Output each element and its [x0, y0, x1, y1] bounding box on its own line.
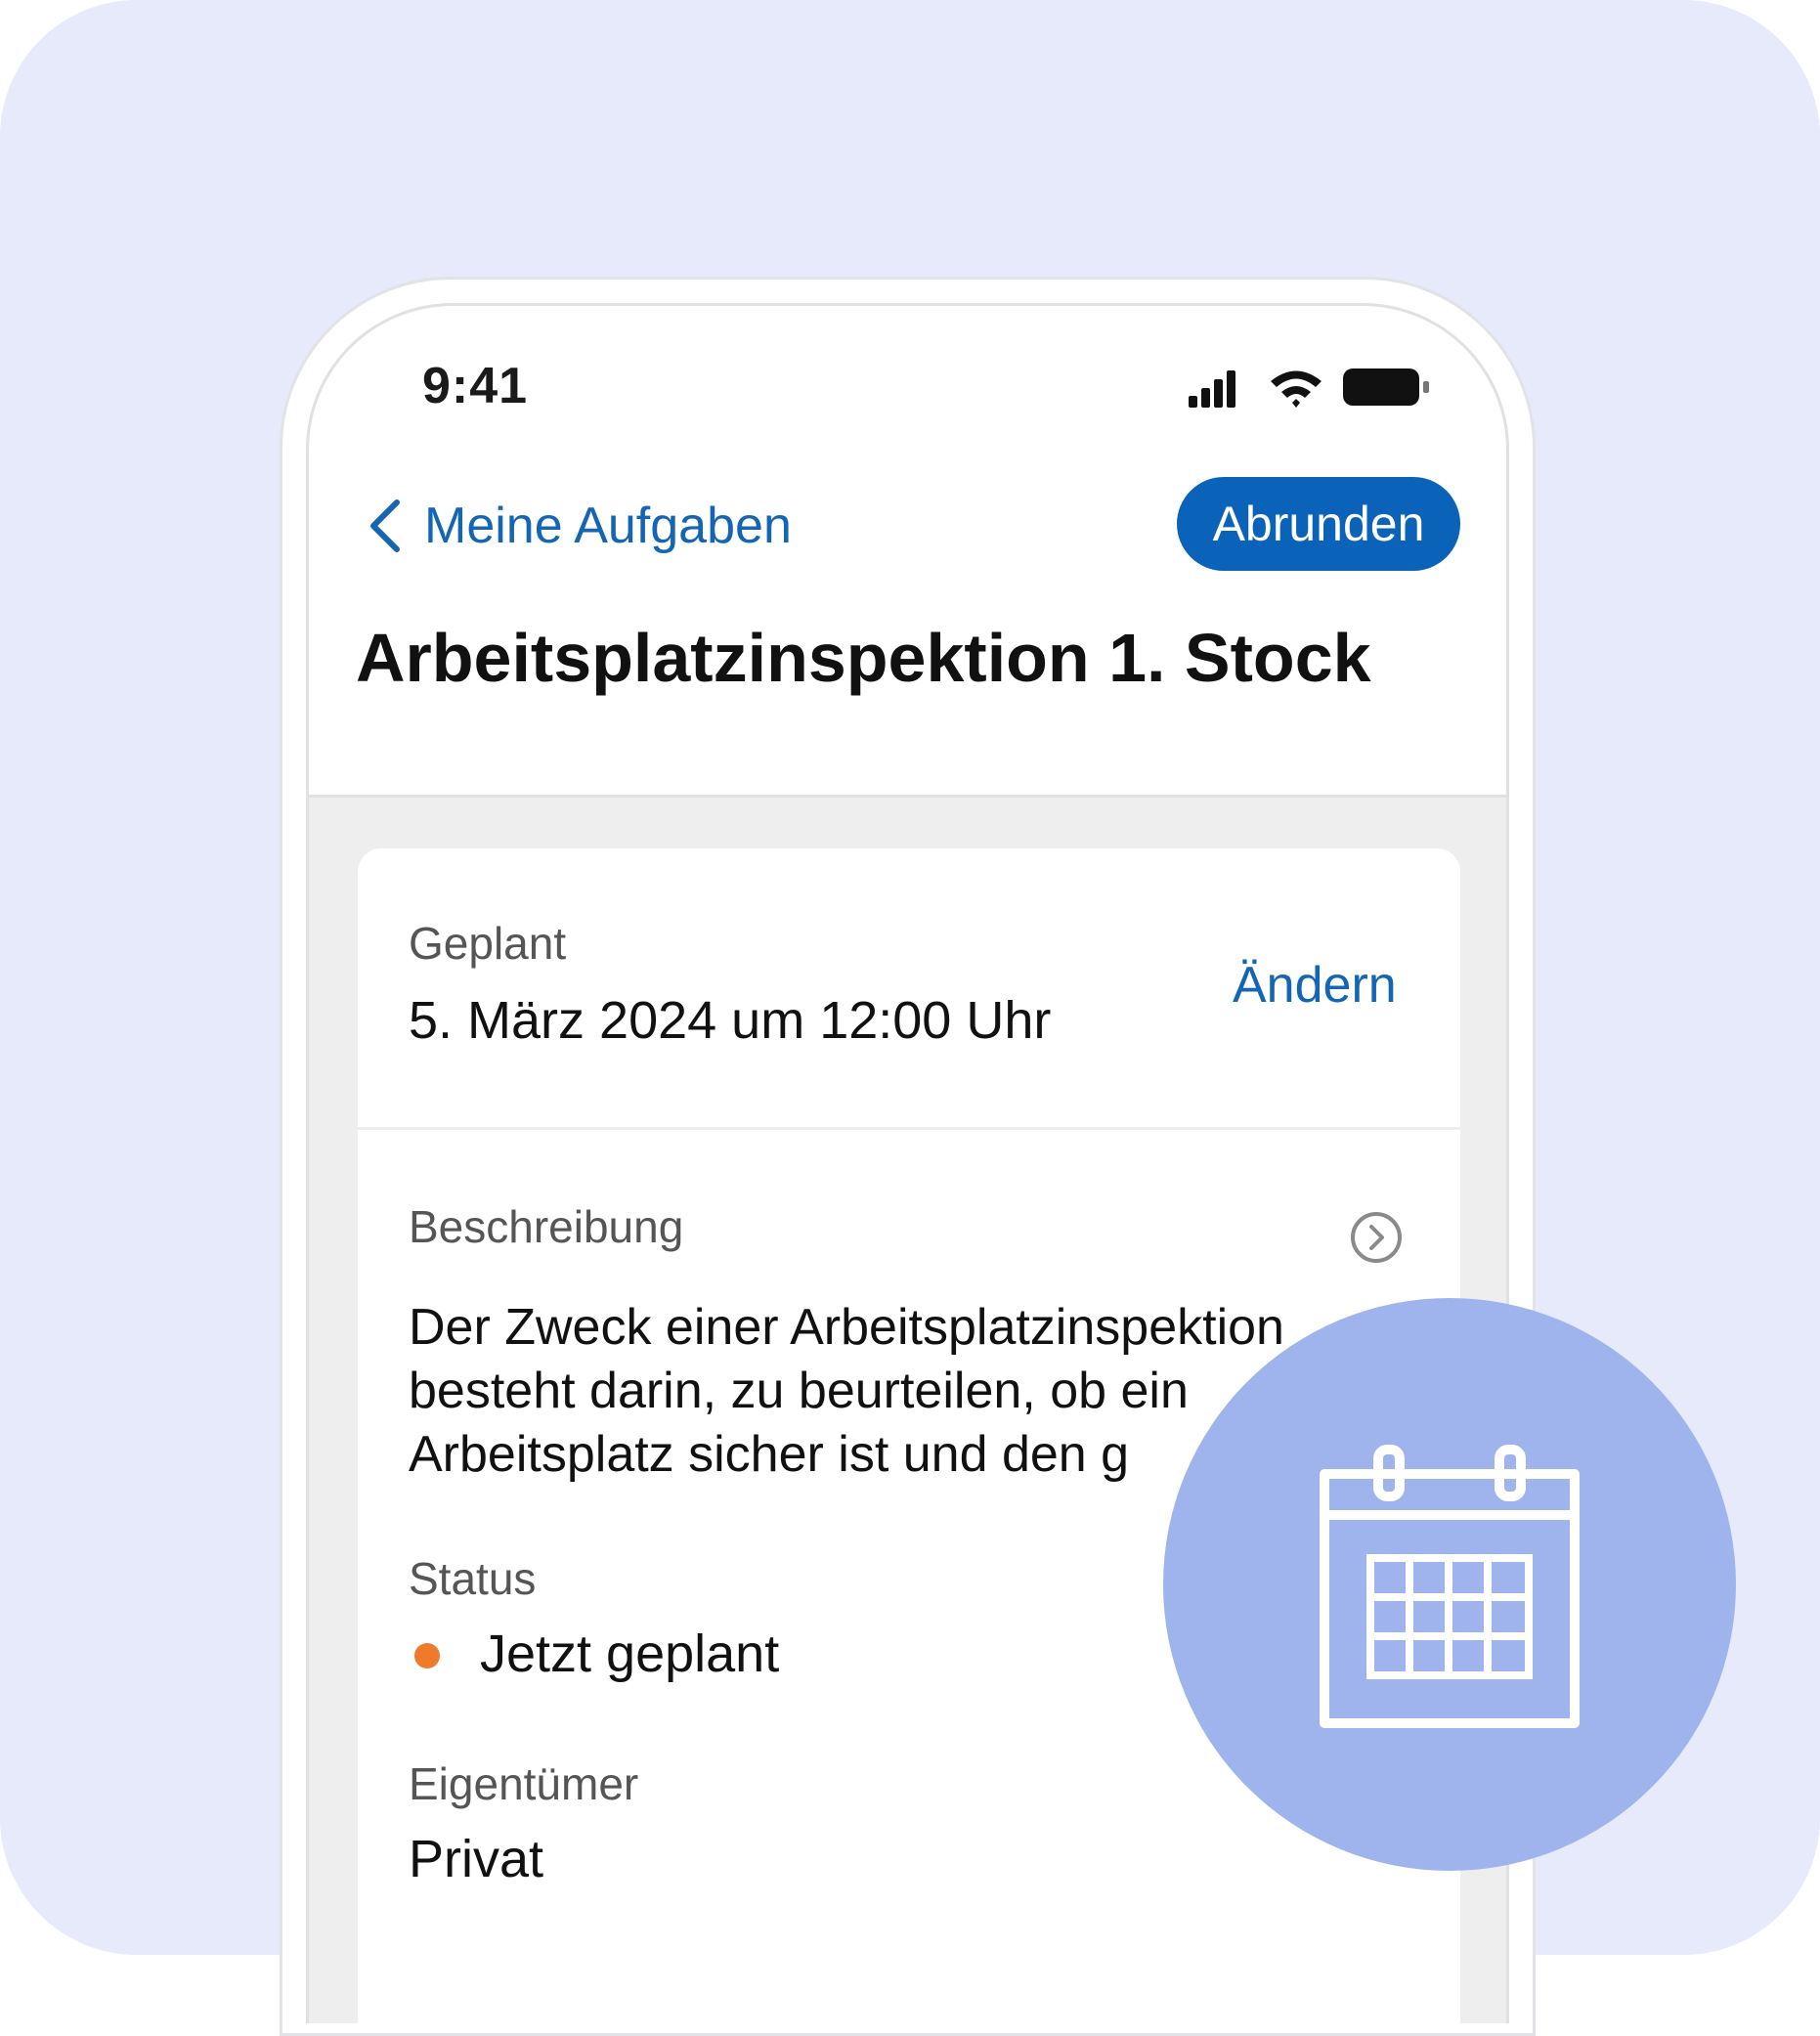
page-title: Arbeitsplatzinspektion 1. Stock	[356, 620, 1371, 696]
schedule-value: 5. März 2024 um 12:00 Uhr	[409, 991, 1052, 1050]
description-label: Beschreibung	[409, 1201, 684, 1252]
status-icons	[1189, 368, 1429, 408]
back-button[interactable]: Meine Aufgaben	[368, 492, 792, 560]
status-time: 9:41	[422, 358, 529, 414]
status-label: Status	[409, 1553, 537, 1604]
round-up-button[interactable]: Abrunden	[1177, 477, 1460, 571]
status-value: Jetzt geplant	[480, 1624, 780, 1683]
chevron-right-circle-icon[interactable]	[1349, 1210, 1404, 1265]
signal-icon	[1189, 370, 1235, 408]
chevron-left-icon	[370, 499, 400, 552]
section-divider	[358, 1127, 1460, 1130]
change-schedule-link[interactable]: Ändern	[1233, 956, 1397, 1015]
schedule-section: Geplant 5. März 2024 um 12:00 Uhr Ändern	[358, 848, 1460, 1127]
owner-value: Privat	[409, 1830, 544, 1888]
back-button-label: Meine Aufgaben	[424, 498, 792, 554]
owner-label: Eigentümer	[409, 1758, 639, 1809]
schedule-label: Geplant	[409, 918, 567, 969]
wifi-icon	[1271, 370, 1322, 408]
battery-icon	[1343, 368, 1429, 406]
calendar-icon	[1320, 1445, 1580, 1728]
calendar-badge	[1163, 1298, 1736, 1871]
status-dot	[414, 1643, 440, 1668]
